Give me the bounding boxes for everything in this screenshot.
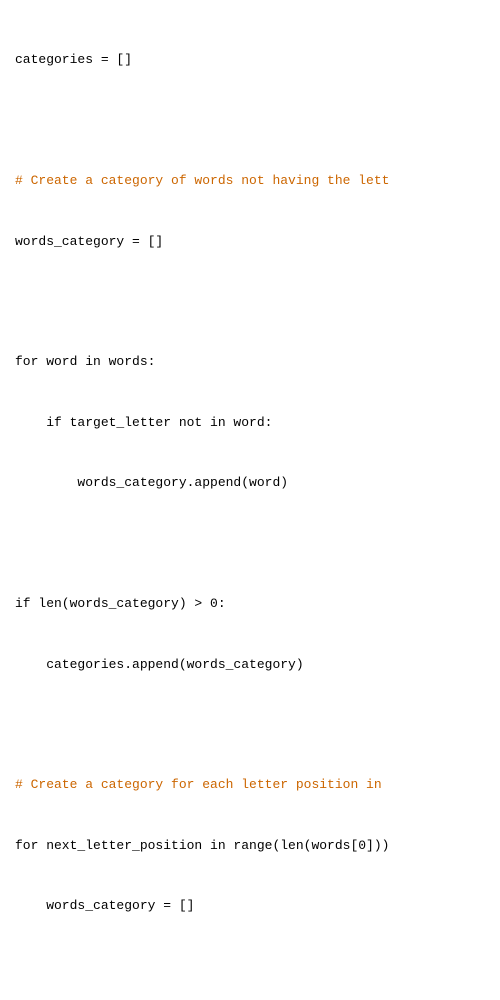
code-line-5: words_category.append(word) xyxy=(15,473,485,493)
code-line-blank-5 xyxy=(15,957,485,977)
code-line-blank-4 xyxy=(15,715,485,735)
code-line-1: categories = [] xyxy=(15,50,485,70)
code-line-blank-1 xyxy=(15,111,485,131)
code-line-blank-2 xyxy=(15,292,485,312)
code-line-6: if len(words_category) > 0: xyxy=(15,594,485,614)
code-line-8: for next_letter_position in range(len(wo… xyxy=(15,836,485,856)
code-line-comment-2: # Create a category for each letter posi… xyxy=(15,775,485,795)
code-line-4: if target_letter not in word: xyxy=(15,413,485,433)
code-line-blank-3 xyxy=(15,534,485,554)
code-line-7: categories.append(words_category) xyxy=(15,655,485,675)
code-line-2: words_category = [] xyxy=(15,232,485,252)
code-line-3: for word in words: xyxy=(15,352,485,372)
code-line-comment-1: # Create a category of words not having … xyxy=(15,171,485,191)
code-editor: categories = [] # Create a category of w… xyxy=(15,10,485,1000)
code-line-9: words_category = [] xyxy=(15,896,485,916)
